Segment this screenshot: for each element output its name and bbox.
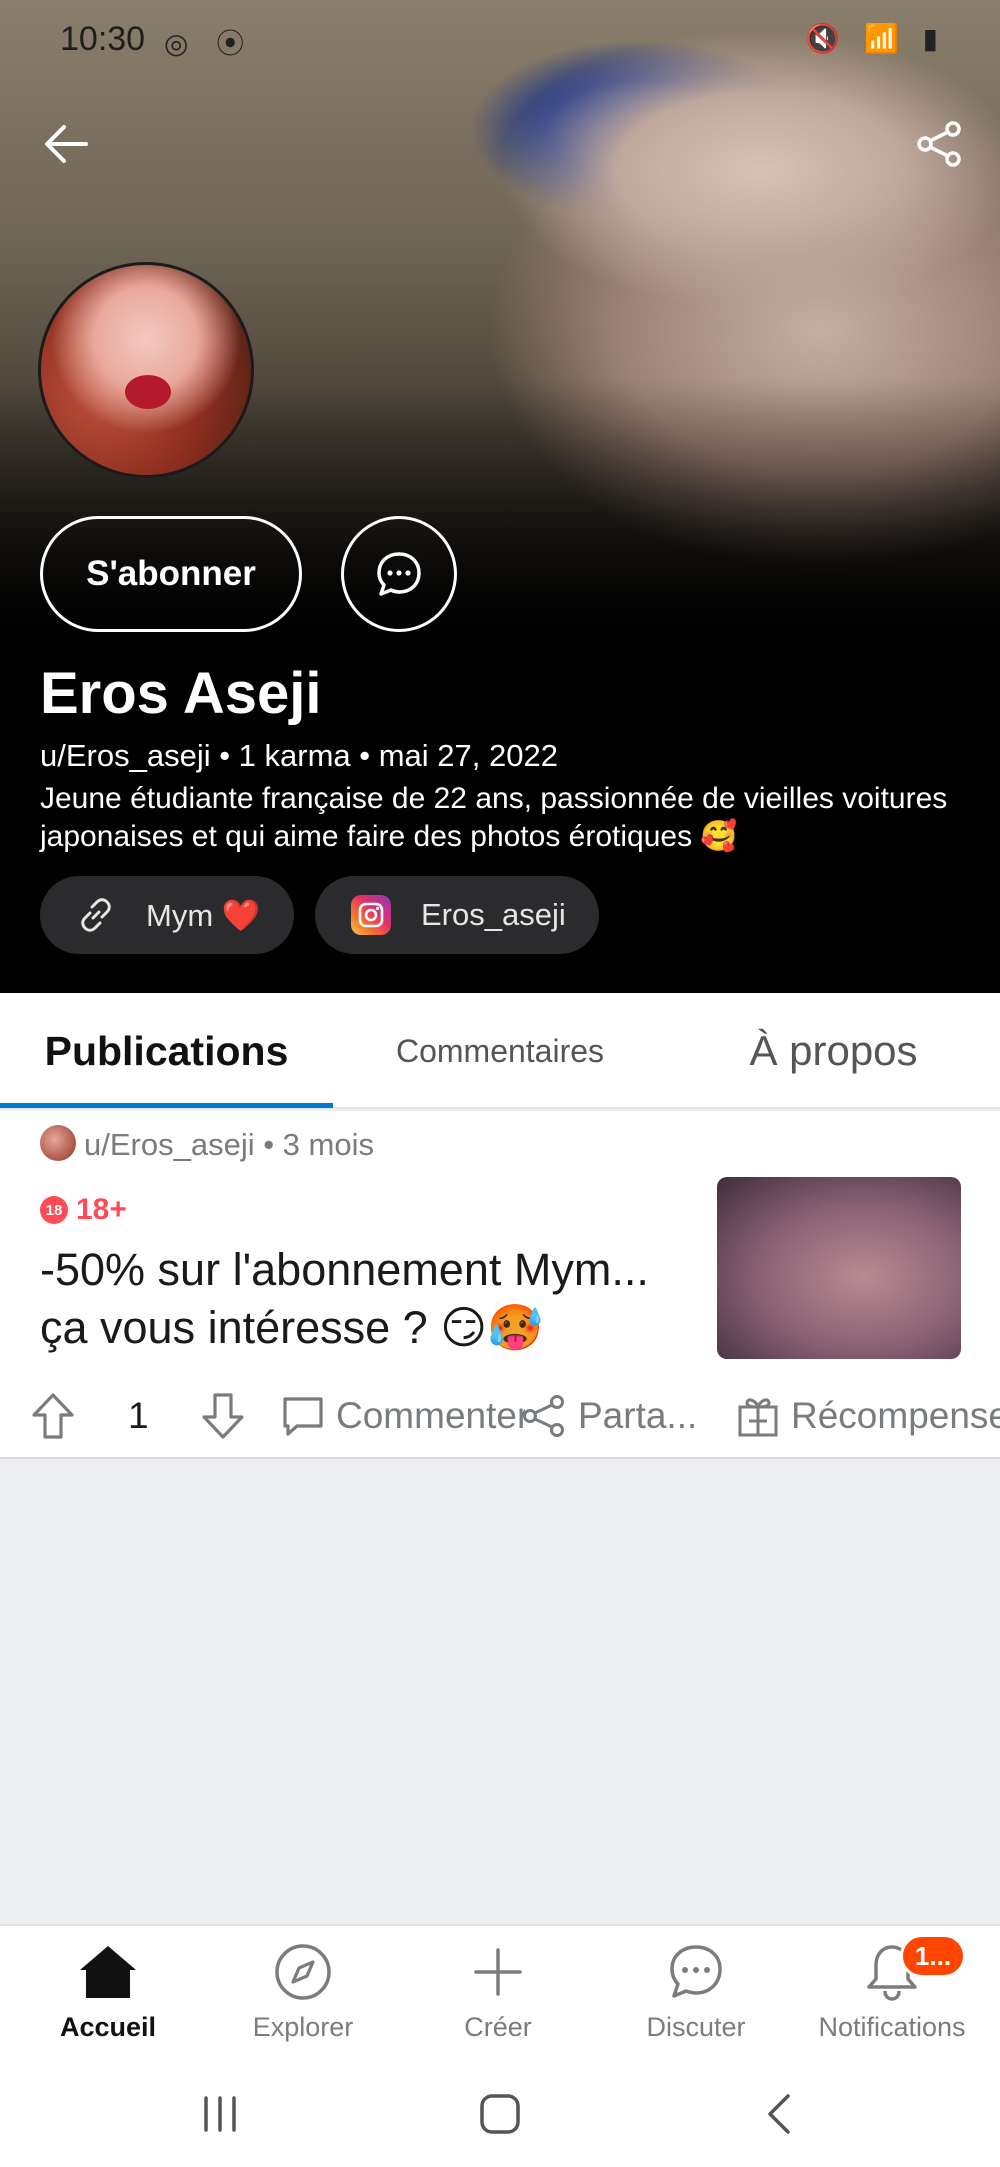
post-author-avatar <box>40 1125 76 1161</box>
back-button[interactable] <box>30 108 102 180</box>
avatar <box>38 262 254 478</box>
active-tab-indicator <box>0 1103 333 1108</box>
nav-label: Créer <box>464 2012 532 2042</box>
social-link-instagram[interactable]: Eros_aseji <box>315 876 599 954</box>
share-profile-button[interactable] <box>904 108 976 180</box>
back-system-button[interactable] <box>740 2082 820 2146</box>
status-system-icons: 🔇 📶 ▮ <box>805 23 946 54</box>
status-time: 10:30 <box>60 20 146 58</box>
post-title[interactable]: -50% sur l'abonnement Mym... ça vous int… <box>40 1241 700 1357</box>
share-icon <box>917 121 961 167</box>
profile-name: Eros Aseji <box>40 661 322 726</box>
status-bar: 10:30 ◎ ⦿ 🔇 📶 ▮ <box>0 0 1000 76</box>
award-button[interactable]: Récompenser <box>735 1381 1000 1451</box>
tab-publications[interactable]: Publications <box>0 993 333 1109</box>
arrow-left-icon <box>45 125 88 163</box>
chat-bubble-icon <box>377 552 421 596</box>
social-link-mym[interactable]: Mym ❤️ <box>40 876 294 954</box>
upvote-button[interactable] <box>30 1381 80 1451</box>
tab-about[interactable]: À propos <box>667 993 1000 1109</box>
home-square-icon <box>480 2094 520 2134</box>
nav-label: Notifications <box>818 2012 966 2042</box>
home-system-button[interactable] <box>460 2082 540 2146</box>
home-icon <box>80 1946 136 1998</box>
downvote-button[interactable] <box>200 1381 250 1451</box>
nav-chat[interactable]: Discuter <box>596 1926 796 2066</box>
nsfw-badge: 18 18+ <box>40 1193 127 1227</box>
nav-label: Discuter <box>646 2012 746 2042</box>
nav-create[interactable]: Créer <box>398 1926 598 2066</box>
instagram-icon <box>351 895 391 935</box>
comment-bubble-icon <box>283 1397 323 1436</box>
recent-apps-icon <box>204 2096 236 2132</box>
award-label: Récompenser <box>791 1395 1000 1436</box>
chat-icon <box>670 1945 722 1998</box>
profile-meta: u/Eros_aseji • 1 karma • mai 27, 2022 <box>40 738 558 773</box>
downvote-arrow-icon <box>202 1393 244 1439</box>
plus-icon <box>474 1948 522 1996</box>
gift-icon <box>738 1398 778 1437</box>
subscribe-button[interactable]: S'abonner <box>40 516 302 632</box>
social-link-label: Eros_aseji <box>421 897 566 932</box>
nav-notifications[interactable]: Notifications 1... <box>792 1926 992 2066</box>
post-actions: 1 Commenter Parta... Récompenser <box>0 1381 1000 1451</box>
comment-label: Commenter <box>336 1395 525 1436</box>
chevron-left-icon <box>768 2094 790 2134</box>
comment-button[interactable]: Commenter <box>280 1381 525 1451</box>
vote-count: 1 <box>128 1395 149 1436</box>
notification-badge: 1... <box>900 1934 966 1978</box>
nsfw-label: 18+ <box>76 1193 127 1226</box>
nsfw-icon: 18 <box>40 1196 68 1224</box>
profile-header: 10:30 ◎ ⦿ 🔇 📶 ▮ S'abonner Eros Aseji u/E… <box>0 0 1000 993</box>
bottom-navigation: Accueil Explorer Créer Discuter Notifica… <box>0 1924 1000 2064</box>
tab-comments[interactable]: Commentaires <box>333 993 667 1109</box>
upvote-arrow-icon <box>32 1393 74 1439</box>
share-button[interactable]: Parta... <box>520 1381 720 1451</box>
start-chat-button[interactable] <box>341 516 457 632</box>
nav-label: Accueil <box>59 2012 157 2042</box>
link-icon <box>76 895 116 935</box>
nav-label: Explorer <box>252 2012 354 2042</box>
nav-explore[interactable]: Explorer <box>203 1926 403 2066</box>
post-card[interactable]: u/Eros_aseji • 3 mois 18 18+ -50% sur l'… <box>0 1111 1000 1459</box>
profile-bio: Jeune étudiante française de 22 ans, pas… <box>40 782 948 853</box>
recent-apps-button[interactable] <box>180 2082 260 2146</box>
post-thumbnail[interactable] <box>717 1177 961 1359</box>
system-navigation-bar <box>0 2064 1000 2167</box>
compass-icon <box>275 1944 331 2000</box>
social-link-label: Mym ❤️ <box>146 897 261 933</box>
share-icon <box>523 1395 564 1437</box>
post-meta[interactable]: u/Eros_aseji • 3 mois <box>84 1127 374 1163</box>
share-label: Parta... <box>578 1395 698 1436</box>
status-app-icons: ◎ ⦿ <box>164 28 255 59</box>
nav-home[interactable]: Accueil <box>8 1926 208 2066</box>
profile-tabs: Publications Commentaires À propos <box>0 993 1000 1109</box>
